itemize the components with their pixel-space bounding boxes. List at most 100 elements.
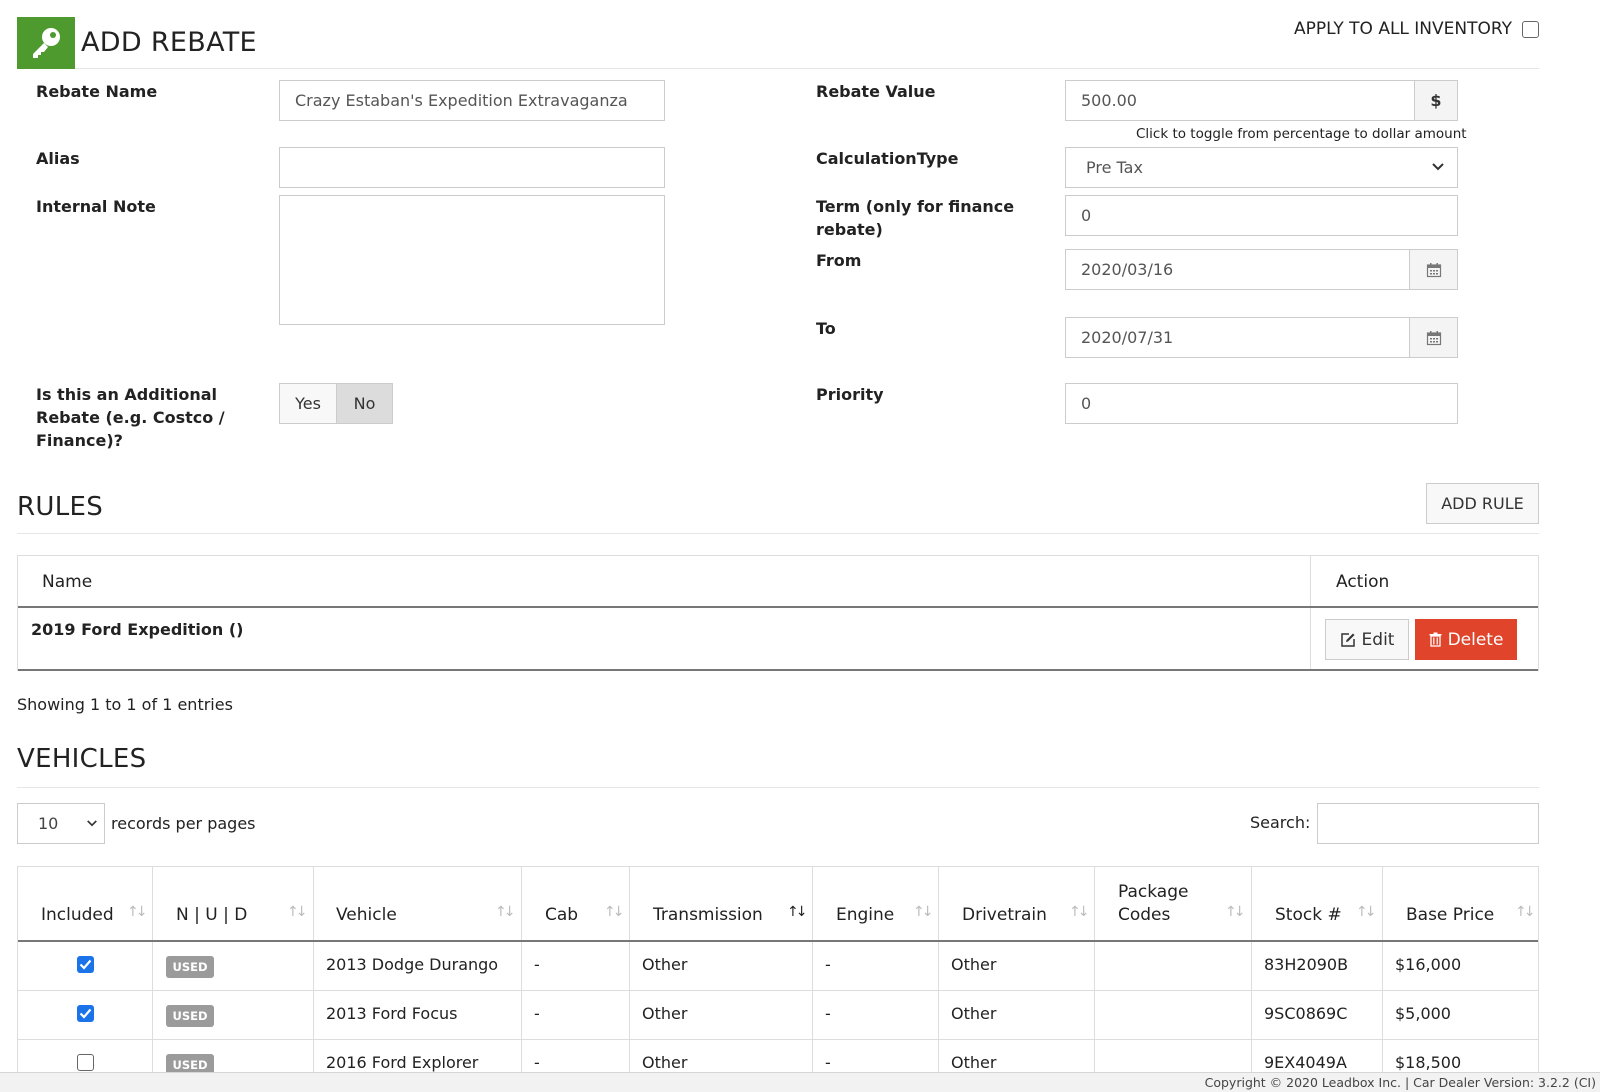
priority-input[interactable]: 0 xyxy=(1065,383,1458,424)
row-drivetrain: Other xyxy=(951,1004,997,1023)
rules-col-name: Name xyxy=(42,572,93,592)
row-divider xyxy=(18,990,1538,991)
vehicles-title: VEHICLES xyxy=(17,744,147,774)
row-stock: 9SC0869C xyxy=(1264,1004,1348,1023)
page-title: ADD REBATE xyxy=(81,27,257,58)
rules-table: Name Action 2019 Ford Expedition () Edit… xyxy=(17,555,1539,671)
row-divider xyxy=(18,1039,1538,1040)
apply-all-checkbox[interactable] xyxy=(1522,20,1539,38)
rules-col-action: Action xyxy=(1336,572,1390,592)
row-vehicle: 2013 Ford Focus xyxy=(326,1004,458,1023)
additional-no-button[interactable]: No xyxy=(337,383,393,424)
edit-icon xyxy=(1340,632,1355,647)
col-drivetrain[interactable]: Drivetrain xyxy=(962,904,1047,927)
sort-icon[interactable]: ↑↓ xyxy=(1069,904,1090,920)
calc-type-select[interactable]: Pre Tax xyxy=(1065,147,1458,188)
row-included-checkbox[interactable] xyxy=(77,1005,94,1022)
sort-icon[interactable]: ↑↓ xyxy=(287,904,308,920)
col-separator xyxy=(313,867,314,1072)
to-date-input[interactable]: 2020/07/31 xyxy=(1065,317,1411,358)
col-separator xyxy=(938,867,939,1072)
sort-icon[interactable]: ↑↓ xyxy=(127,904,148,920)
status-badge: USED xyxy=(166,956,214,978)
rebate-value-input[interactable]: 500.00 xyxy=(1065,80,1416,121)
rebate-toggle-hint: Click to toggle from percentage to dolla… xyxy=(1136,126,1467,142)
delete-label: Delete xyxy=(1447,629,1504,650)
col-separator xyxy=(1251,867,1252,1072)
sort-icon[interactable]: ↑↓ xyxy=(604,904,625,920)
col-cab[interactable]: Cab xyxy=(545,904,578,927)
sort-icon[interactable]: ↑↓ xyxy=(495,904,516,920)
search-input[interactable] xyxy=(1317,803,1539,844)
to-label: To xyxy=(816,319,836,338)
apply-all-label: APPLY TO ALL INVENTORY xyxy=(1294,19,1512,39)
page-footer: Copyright © 2020 Leadbox Inc. | Car Deal… xyxy=(0,1072,1600,1092)
col-transmission[interactable]: Transmission xyxy=(653,904,763,927)
delete-rule-button[interactable]: Delete xyxy=(1415,619,1517,660)
rebate-name-label: Rebate Name xyxy=(36,82,158,101)
trash-icon xyxy=(1429,632,1442,647)
row-engine: - xyxy=(825,1053,831,1072)
sort-icon[interactable]: ↑↓ xyxy=(1515,904,1536,920)
edit-label: Edit xyxy=(1361,629,1395,650)
additional-rebate-toggle: Yes No xyxy=(279,383,393,424)
row-transmission: Other xyxy=(642,955,688,974)
col-vehicle[interactable]: Vehicle xyxy=(336,904,397,927)
rebate-unit-toggle[interactable]: $ xyxy=(1414,80,1458,121)
col-base-price[interactable]: Base Price xyxy=(1406,904,1494,927)
row-price: $16,000 xyxy=(1395,955,1462,974)
row-included-checkbox[interactable] xyxy=(77,956,94,973)
col-separator xyxy=(629,867,630,1072)
rules-info: Showing 1 to 1 of 1 entries xyxy=(17,695,233,714)
sort-icon[interactable]: ↑↓ xyxy=(913,904,934,920)
alias-input[interactable] xyxy=(279,147,665,188)
add-rebate-page: ADD REBATE APPLY TO ALL INVENTORY Rebate… xyxy=(17,0,1539,1072)
col-separator xyxy=(1382,867,1383,1072)
row-engine: - xyxy=(825,955,831,974)
row-engine: - xyxy=(825,1004,831,1023)
col-stock[interactable]: Stock # xyxy=(1275,904,1342,927)
calendar-icon[interactable] xyxy=(1409,317,1458,358)
rules-title: RULES xyxy=(17,492,104,522)
from-label: From xyxy=(816,251,862,270)
add-rule-button[interactable]: ADD RULE xyxy=(1426,483,1539,524)
row-stock: 83H2090B xyxy=(1264,955,1349,974)
from-date-input[interactable]: 2020/03/16 xyxy=(1065,249,1411,290)
apply-all-inventory[interactable]: APPLY TO ALL INVENTORY xyxy=(1294,19,1539,39)
col-included[interactable]: Included xyxy=(41,904,114,927)
chevron-down-icon xyxy=(87,820,97,827)
row-drivetrain: Other xyxy=(951,1053,997,1072)
row-included-checkbox[interactable] xyxy=(77,1054,94,1071)
col-engine[interactable]: Engine xyxy=(836,904,894,927)
sort-icon[interactable]: ↑↓ xyxy=(787,904,808,920)
rules-divider xyxy=(17,533,1539,534)
edit-rule-button[interactable]: Edit xyxy=(1325,619,1409,660)
calc-type-label: CalculationType xyxy=(816,149,959,168)
calendar-icon[interactable] xyxy=(1409,249,1458,290)
row-drivetrain: Other xyxy=(951,955,997,974)
search-label: Search: xyxy=(1250,813,1311,832)
row-vehicle: 2013 Dodge Durango xyxy=(326,955,499,974)
term-input[interactable]: 0 xyxy=(1065,195,1458,236)
row-cab: - xyxy=(534,955,540,974)
col-separator xyxy=(812,867,813,1072)
key-icon xyxy=(17,17,75,69)
vehicles-divider xyxy=(17,787,1539,788)
rules-col-separator xyxy=(1310,556,1311,671)
additional-rebate-label: Is this an Additional Rebate (e.g. Costc… xyxy=(36,385,225,450)
internal-note-textarea[interactable] xyxy=(279,195,665,325)
calc-type-value: Pre Tax xyxy=(1086,158,1143,177)
row-cab: - xyxy=(534,1004,540,1023)
row-transmission: Other xyxy=(642,1004,688,1023)
page-length-select[interactable]: 10 xyxy=(17,803,105,844)
rebate-name-input[interactable]: Crazy Estaban's Expedition Extravaganza xyxy=(279,80,665,121)
col-separator xyxy=(1094,867,1095,1072)
col-package-codes[interactable]: Package Codes xyxy=(1118,881,1208,927)
additional-yes-button[interactable]: Yes xyxy=(279,383,337,424)
sort-icon[interactable]: ↑↓ xyxy=(1356,904,1377,920)
term-label: Term (only for finance rebate) xyxy=(816,197,1015,239)
status-badge: USED xyxy=(166,1005,214,1027)
sort-icon[interactable]: ↑↓ xyxy=(1225,904,1246,920)
col-nud[interactable]: N | U | D xyxy=(176,904,247,927)
row-price: $5,000 xyxy=(1395,1004,1451,1023)
